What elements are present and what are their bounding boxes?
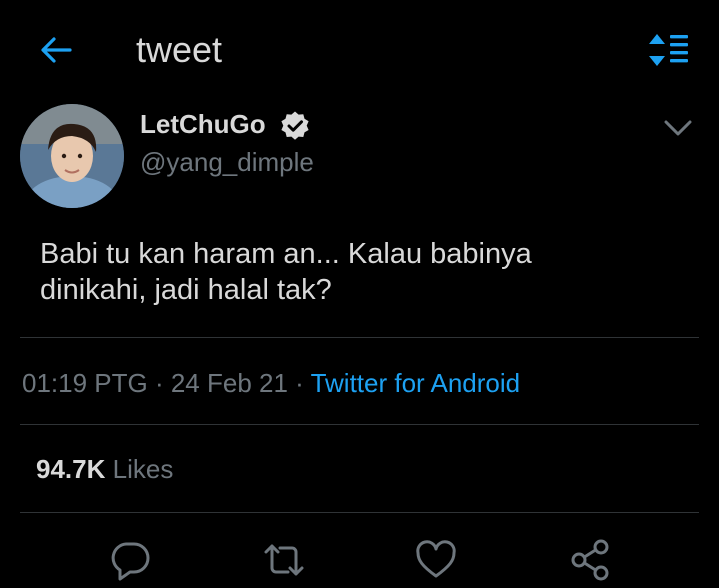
tweet-source-link[interactable]: Twitter for Android bbox=[311, 368, 521, 398]
meta-separator: · bbox=[147, 368, 171, 398]
back-arrow-icon[interactable] bbox=[36, 30, 76, 70]
likes-count: 94.7K bbox=[36, 454, 106, 484]
tweet-time: 01:19 PTG bbox=[22, 368, 148, 398]
meta-separator: · bbox=[287, 368, 311, 398]
chevron-down-icon[interactable] bbox=[660, 112, 696, 144]
sort-list-icon[interactable] bbox=[645, 30, 691, 70]
likes-stat[interactable]: 94.7K Likes bbox=[36, 454, 173, 484]
tweet-text: Babi tu kan haram an... Kalau babinya di… bbox=[40, 236, 660, 308]
tweet-date: 24 Feb 21 bbox=[170, 368, 288, 398]
share-icon[interactable] bbox=[568, 538, 612, 582]
like-heart-icon[interactable] bbox=[414, 538, 458, 582]
page-title: tweet bbox=[136, 29, 223, 70]
tweet-text-line: Babi tu kan haram an... Kalau babinya bbox=[40, 238, 532, 270]
divider bbox=[20, 337, 699, 338]
divider bbox=[20, 512, 699, 513]
avatar[interactable] bbox=[20, 104, 124, 208]
retweet-icon[interactable] bbox=[262, 538, 306, 582]
tweet-text-line: dinikahi, jadi halal tak? bbox=[40, 274, 332, 306]
divider bbox=[20, 424, 699, 425]
verified-badge-icon bbox=[279, 110, 311, 142]
display-name[interactable]: LetChuGo bbox=[140, 108, 266, 140]
reply-icon[interactable] bbox=[108, 538, 152, 582]
likes-label: Likes bbox=[112, 454, 174, 484]
tweet-meta: 01:19 PTG · 24 Feb 21 · Twitter for Andr… bbox=[22, 368, 520, 398]
username[interactable]: @yang_dimple bbox=[140, 145, 314, 179]
